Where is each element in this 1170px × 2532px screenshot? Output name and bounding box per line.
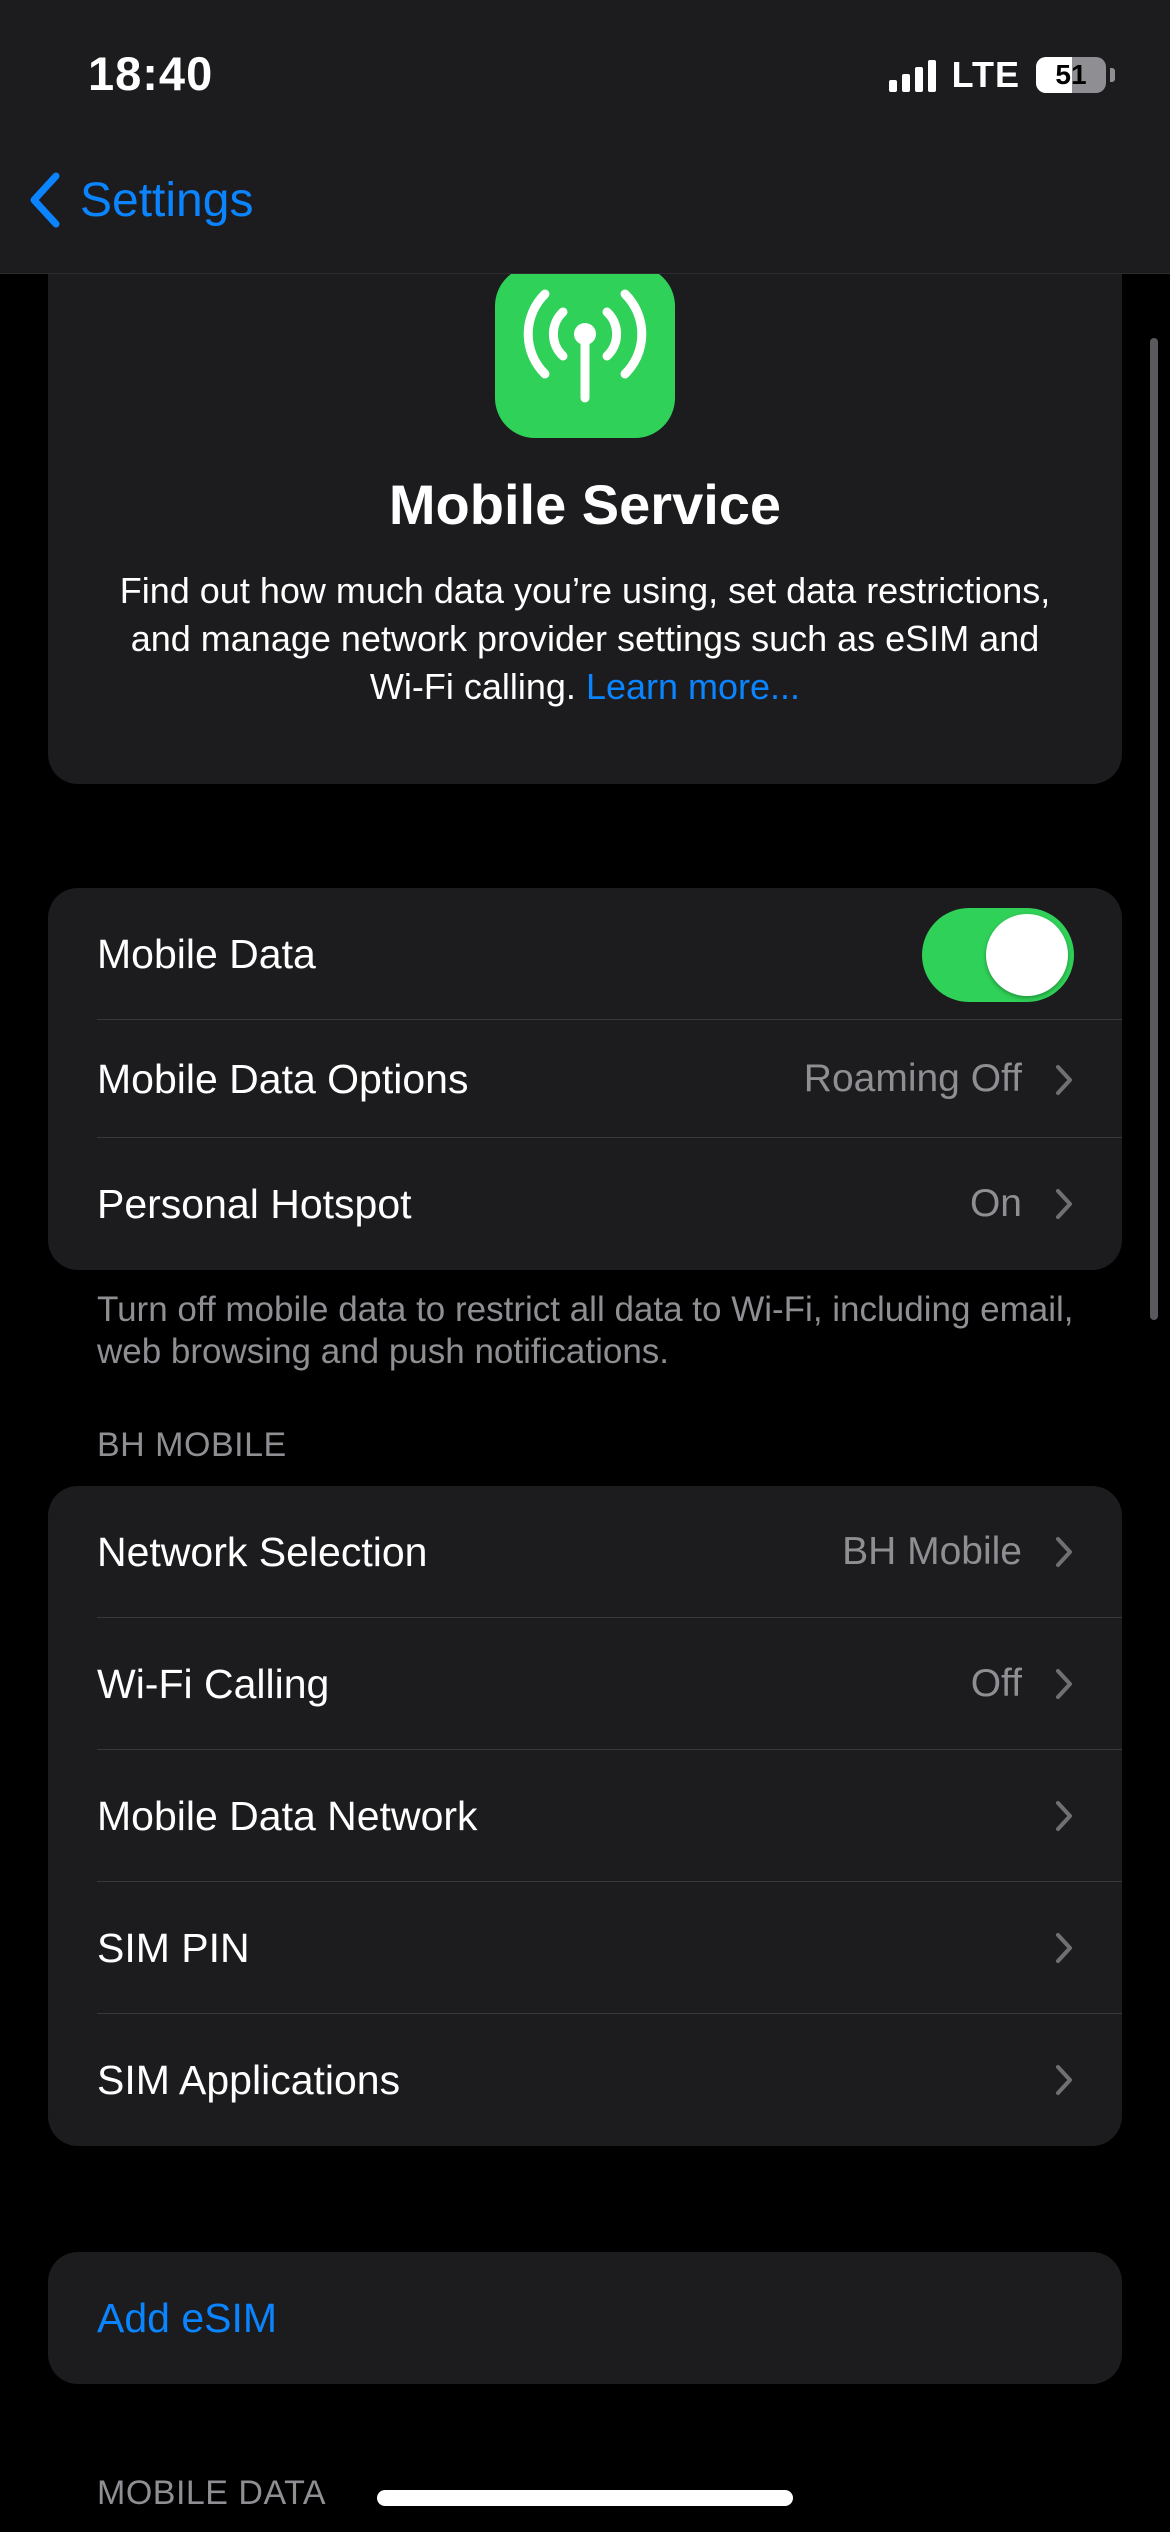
mobile-data-network-label: Mobile Data Network xyxy=(97,1793,478,1839)
antenna-radiowaves-icon xyxy=(495,266,675,438)
carrier-settings-group: Network Selection BH Mobile Wi-Fi Callin… xyxy=(48,1486,1122,2146)
mobile-data-options-label: Mobile Data Options xyxy=(97,1056,469,1102)
chevron-right-icon xyxy=(1056,1189,1072,1219)
mobile-service-header-card: Mobile Service Find out how much data yo… xyxy=(48,210,1122,784)
status-time: 18:40 xyxy=(88,47,214,100)
settings-page: 18:40 LTE 51 Settings Mobile Service Fin… xyxy=(0,0,1170,2532)
mobile-data-options-value: Roaming Off xyxy=(803,1057,1022,1100)
mobile-data-options-row[interactable]: Mobile Data Options Roaming Off xyxy=(48,1020,1122,1138)
wifi-calling-value: Off xyxy=(970,1662,1022,1705)
cellular-signal-icon xyxy=(888,58,936,92)
network-selection-value: BH Mobile xyxy=(842,1530,1022,1573)
back-label: Settings xyxy=(80,173,254,227)
battery-tip xyxy=(1110,68,1115,82)
chevron-left-icon xyxy=(30,172,60,228)
learn-more-link[interactable]: Learn more... xyxy=(586,666,800,707)
sim-applications-row[interactable]: SIM Applications xyxy=(48,2014,1122,2146)
chevron-right-icon xyxy=(1056,1669,1072,1699)
personal-hotspot-row[interactable]: Personal Hotspot On xyxy=(48,1138,1122,1270)
back-button[interactable]: Settings xyxy=(26,170,253,230)
carrier-section-header: BH MOBILE xyxy=(97,1426,287,1464)
add-esim-group: Add eSIM xyxy=(48,2252,1122,2384)
home-indicator[interactable] xyxy=(377,2490,793,2506)
battery-level: 51 xyxy=(1055,59,1087,90)
chevron-right-icon xyxy=(1056,1801,1072,1831)
wifi-calling-row[interactable]: Wi-Fi Calling Off xyxy=(48,1618,1122,1750)
network-type: LTE xyxy=(951,54,1020,95)
hero-description: Find out how much data you’re using, set… xyxy=(108,567,1062,711)
personal-hotspot-value: On xyxy=(969,1182,1022,1225)
mobile-data-group: Mobile Data Mobile Data Options Roaming … xyxy=(48,888,1122,1270)
battery-icon: 51 xyxy=(1036,57,1106,93)
add-esim-button[interactable]: Add eSIM xyxy=(48,2252,1122,2384)
chevron-right-icon xyxy=(1056,1933,1072,1963)
page-title: Mobile Service xyxy=(388,473,782,536)
sim-pin-row[interactable]: SIM PIN xyxy=(48,1882,1122,2014)
chevron-right-icon xyxy=(1056,2065,1072,2095)
mobile-data-section-header: MOBILE DATA xyxy=(97,2474,327,2512)
chevron-right-icon xyxy=(1056,1537,1072,1567)
navigation-header: 18:40 LTE 51 Settings xyxy=(0,0,1170,274)
mobile-data-footer-note: Turn off mobile data to restrict all dat… xyxy=(97,1290,1074,1371)
sim-applications-label: SIM Applications xyxy=(97,2057,401,2103)
status-indicators: LTE 51 xyxy=(888,50,1115,100)
mobile-data-toggle[interactable] xyxy=(922,908,1074,1002)
network-selection-label: Network Selection xyxy=(97,1529,428,1575)
mobile-data-row: Mobile Data xyxy=(48,888,1122,1020)
wifi-calling-label: Wi-Fi Calling xyxy=(97,1661,330,1707)
mobile-data-label: Mobile Data xyxy=(97,931,316,977)
toggle-knob xyxy=(986,914,1068,996)
network-selection-row[interactable]: Network Selection BH Mobile xyxy=(48,1486,1122,1618)
personal-hotspot-label: Personal Hotspot xyxy=(97,1181,412,1227)
add-esim-label: Add eSIM xyxy=(97,2295,278,2341)
sim-pin-label: SIM PIN xyxy=(97,1925,250,1971)
mobile-data-network-row[interactable]: Mobile Data Network xyxy=(48,1750,1122,1882)
scrollbar[interactable] xyxy=(1150,338,1158,1320)
chevron-right-icon xyxy=(1056,1065,1072,1095)
